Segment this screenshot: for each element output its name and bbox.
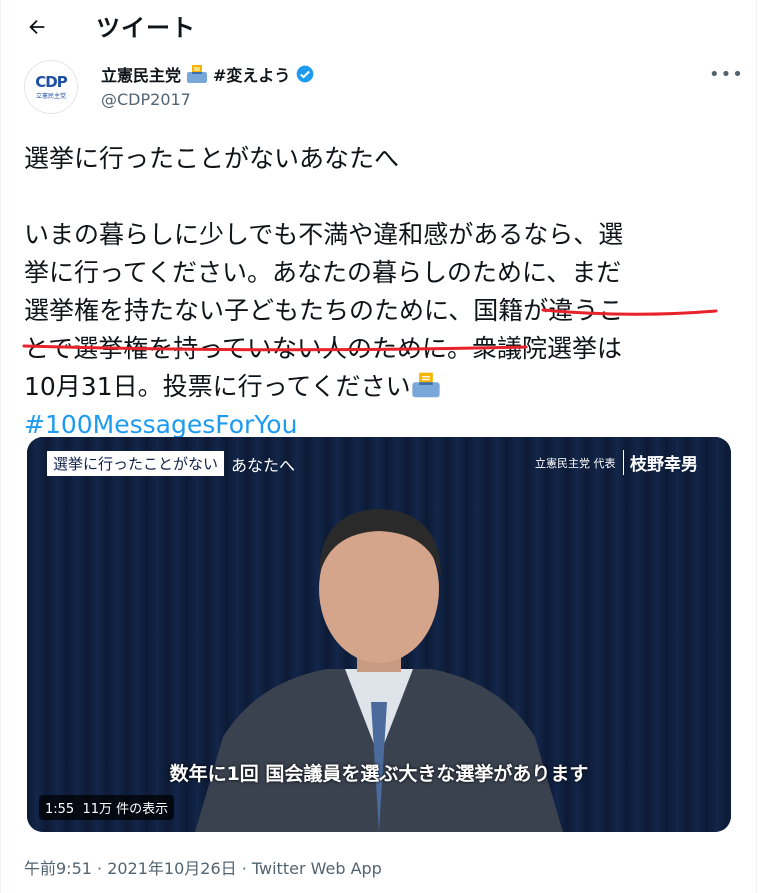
video-duration: 1:55 [45,802,75,817]
video-stats: 1:55 11万 件の表示 [39,795,175,820]
tweet-metadata: 午前9:51 · 2021年10月26日 · Twitter Web App [24,855,382,879]
video-speaker-name: 枝野幸男 [623,450,698,475]
video-title-rest: あなたへ [231,456,296,475]
video-views: 11万 件の表示 [82,802,169,817]
video-player[interactable]: 選挙に行ったことがない あなたへ 立憲民主党 代表 枝野幸男 数年に1回 国会議… [27,437,731,832]
video-subtitle: 数年に1回 国会議員を選ぶ大きな選挙があります [169,763,589,785]
tweet-source[interactable]: Twitter Web App [252,859,382,878]
video-title-box: 選挙に行ったことがない [47,451,225,476]
video-party-label: 立憲民主党 代表 [535,457,616,470]
tweet-timestamp[interactable]: 午前9:51 · 2021年10月26日 · [24,859,252,878]
